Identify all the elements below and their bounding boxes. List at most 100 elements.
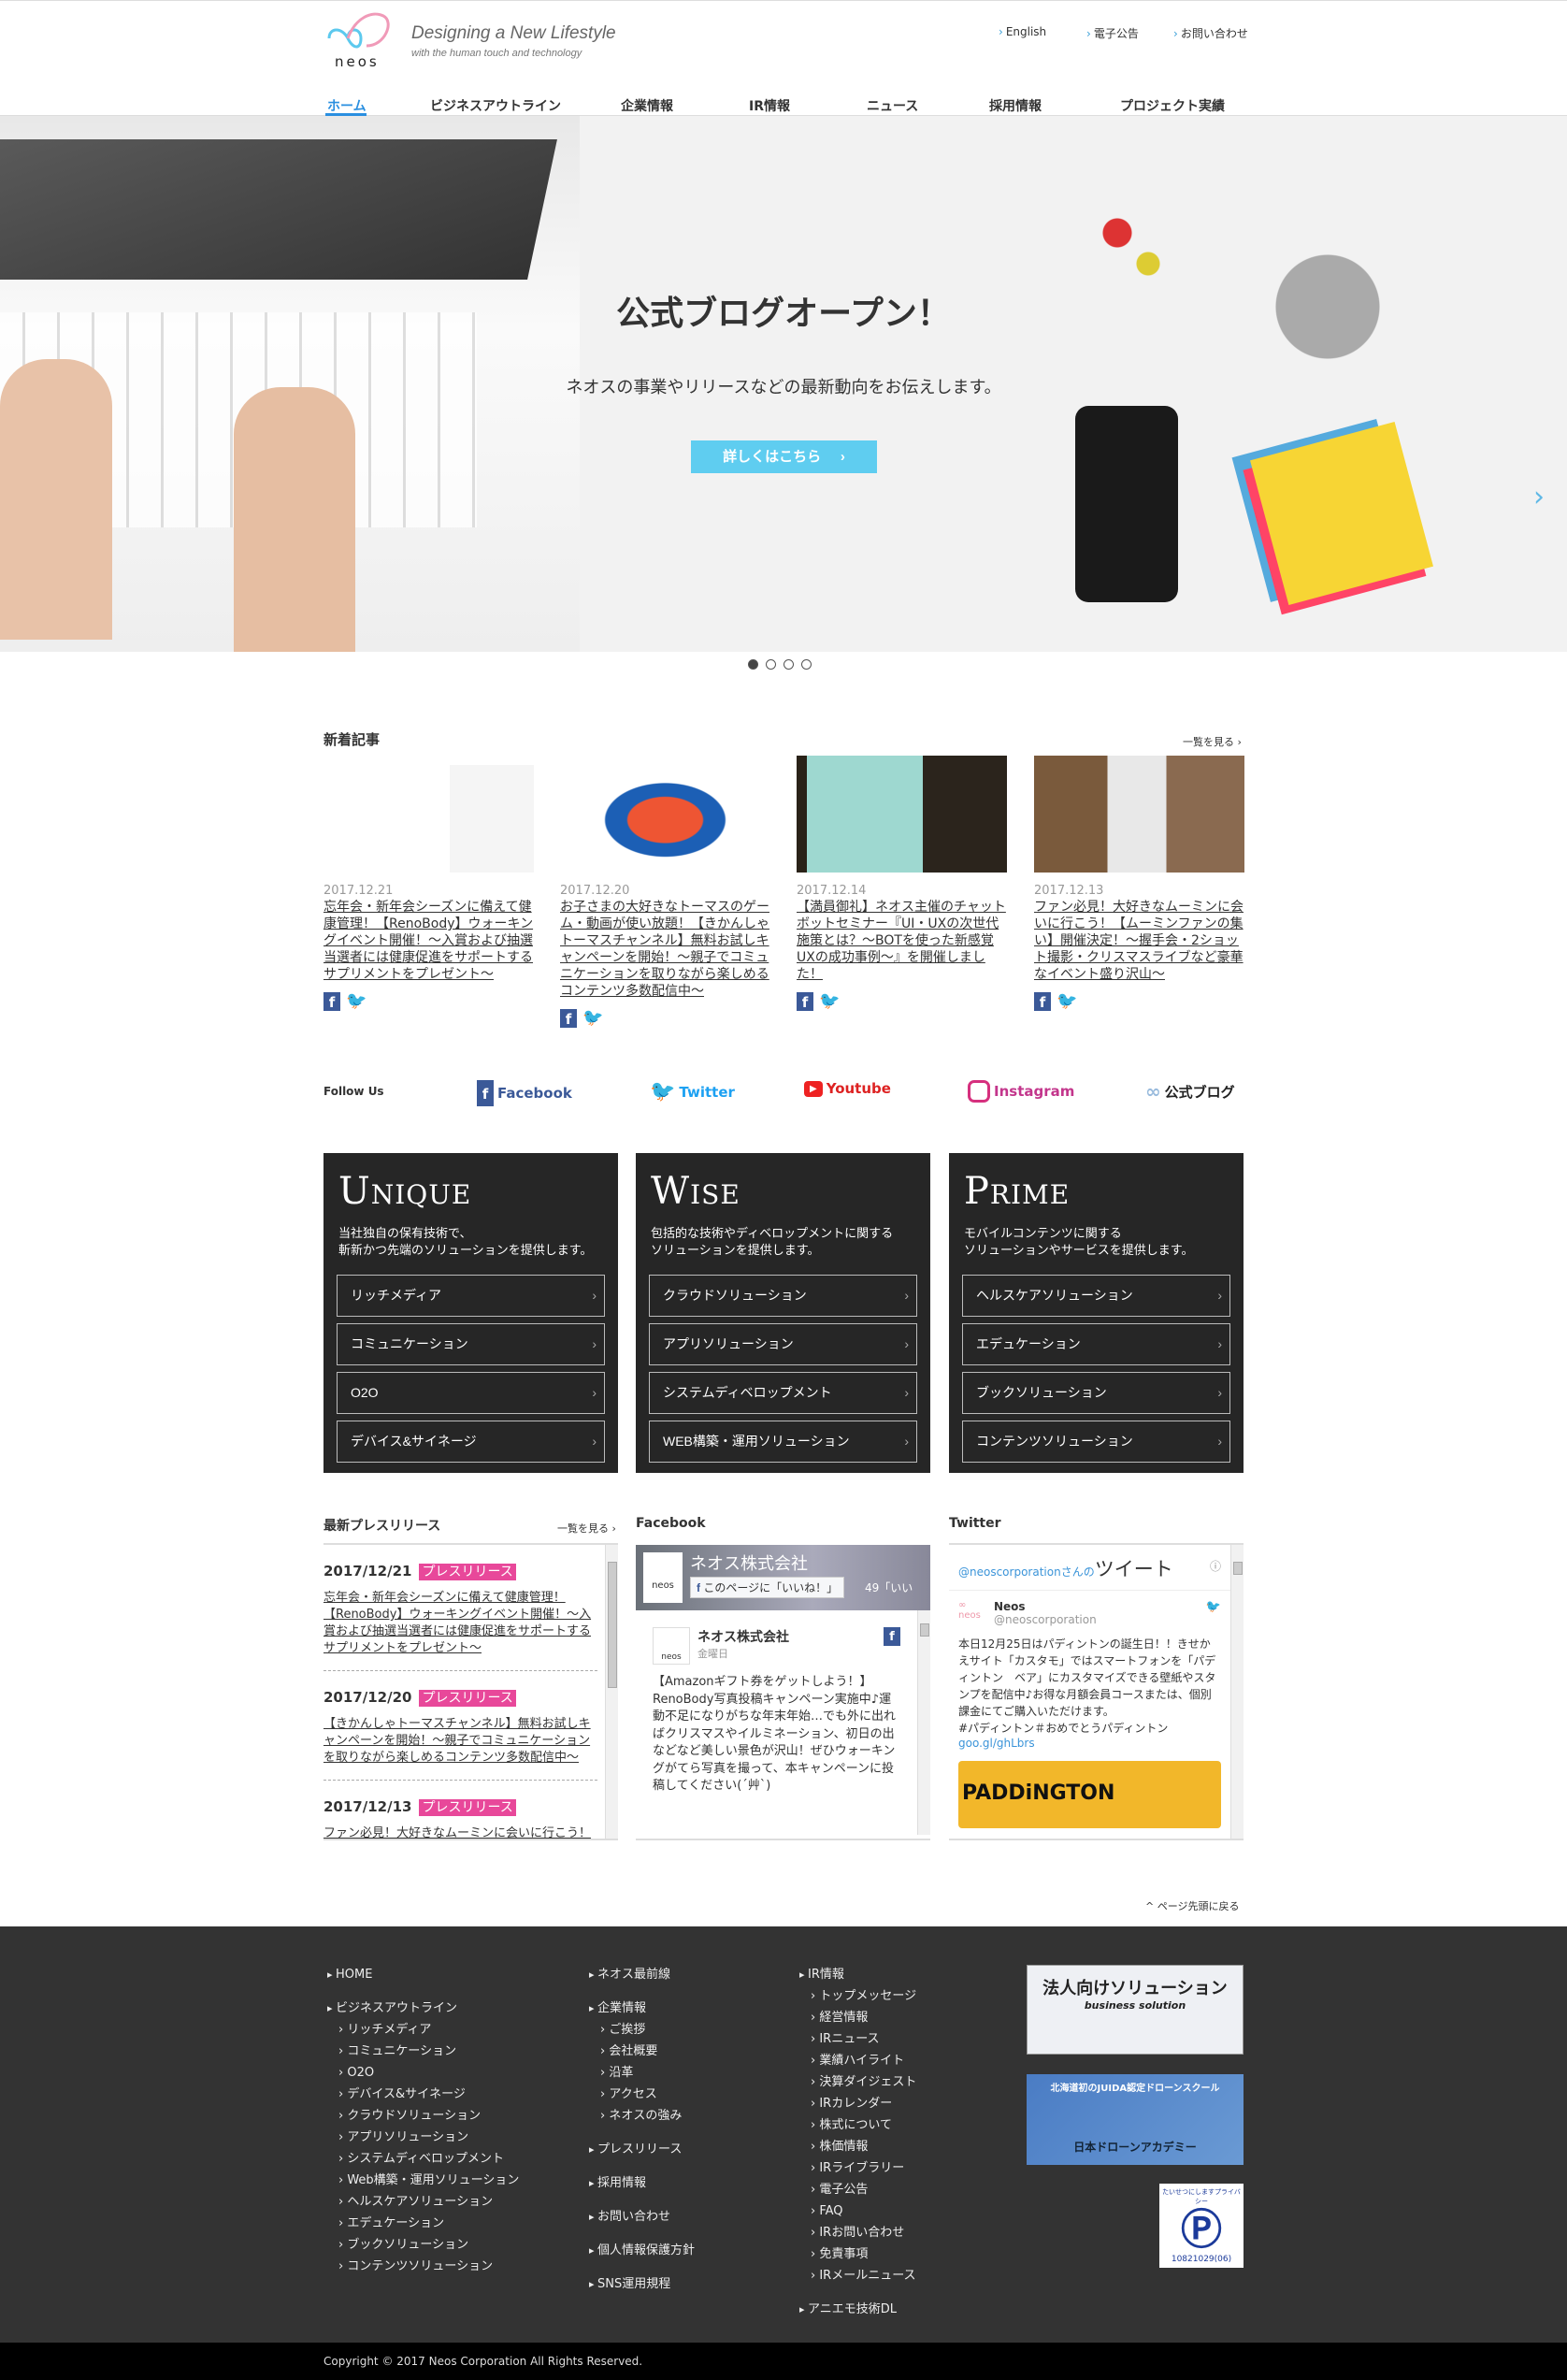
english-link[interactable]: › English (999, 25, 1046, 38)
news-thumbnail[interactable] (560, 756, 770, 873)
carousel-dot[interactable] (784, 659, 794, 670)
press-item[interactable]: 2017/12/13 プレスリリース ファン必見！大好きなムーミンに会いに行こう！ (323, 1781, 597, 1839)
footer-link[interactable]: プレスリリース (589, 2139, 695, 2160)
panel-link[interactable]: WEB構築・運用ソリューション › (649, 1421, 917, 1463)
nav-projects[interactable]: プロジェクト実績 (1120, 96, 1225, 115)
footer-link[interactable]: 個人情報保護方針 (589, 2240, 695, 2261)
post-author[interactable]: ネオス株式会社 (697, 1627, 876, 1646)
news-link[interactable]: お子さまの大好きなトーマスのゲーム・動画が使い放題！【きかんしゃトーマスチャンネ… (560, 899, 770, 1000)
panel-link[interactable]: コンテンツソリューション › (962, 1421, 1230, 1463)
footer-link[interactable]: SNS運用規程 (589, 2273, 695, 2295)
press-link[interactable]: 忘年会・新年会シーズンに備えて健康管理！【RenoBody】ウォーキングイベント… (323, 1590, 597, 1657)
news-card[interactable]: 2017.12.13 ファン必見！大好きなムーミンに会いに行こう！【ムーミンファ… (1034, 756, 1244, 1011)
tweet-image[interactable]: PADDiNGTON (958, 1761, 1221, 1828)
footer-link[interactable]: HOME (327, 1964, 519, 1985)
carousel-next-icon[interactable]: › (1533, 481, 1545, 513)
business-solution-banner[interactable]: 法人向けソリューション business solution (1027, 1965, 1244, 2055)
press-list[interactable]: 2017/12/21 プレスリリース 忘年会・新年会シーズンに備えて健康管理！【Re… (323, 1543, 618, 1840)
nav-home[interactable]: ホーム (327, 96, 367, 115)
footer-link[interactable]: 業績ハイライト (799, 2050, 916, 2071)
twitter-share-icon[interactable]: 🐦 (819, 992, 840, 1011)
footer-link[interactable]: 沿革 (589, 2062, 695, 2084)
privacy-mark[interactable]: たいせつにしますプライバシー Ⓟ 10821029(06) (1159, 2184, 1244, 2268)
footer-link[interactable]: 決算ダイジェスト (799, 2071, 916, 2093)
footer-link[interactable]: IR情報 (799, 1964, 916, 1985)
panel-link[interactable]: エデュケーション › (962, 1323, 1230, 1365)
fb-like-button[interactable]: f このページに「いいね！」 (690, 1577, 845, 1598)
footer-link[interactable]: 企業情報 (589, 1998, 695, 2019)
youtube-link[interactable]: ▶ Youtube (804, 1080, 891, 1097)
news-card[interactable]: 2017.12.14 【満員御礼】ネオス主催のチャットボットセミナー『UI・UX… (797, 756, 1007, 1011)
footer-link[interactable]: O2O (327, 2062, 519, 2084)
news-thumbnail[interactable] (1034, 756, 1244, 873)
fb-page-name[interactable]: ネオス株式会社 (690, 1551, 808, 1575)
official-blog-link[interactable]: ∞ 公式ブログ (1145, 1080, 1235, 1103)
drone-academy-banner[interactable]: 北海道初のJUIDA認定ドローンスクール 日本ドローンアカデミー (1027, 2074, 1244, 2165)
facebook-widget[interactable]: neos ネオス株式会社 f このページに「いいね！」 49「いい neos ネ… (636, 1543, 930, 1840)
e-notice-link[interactable]: › 電子公告 (1086, 25, 1139, 41)
news-thumbnail[interactable] (323, 756, 534, 873)
hero-details-button[interactable]: 詳しくはこちら › (691, 440, 877, 473)
page-top-link[interactable]: ^ ページ先頭に戻る (1145, 1898, 1240, 1913)
carousel-dot[interactable] (766, 659, 776, 670)
facebook-share-icon[interactable]: f (797, 992, 813, 1011)
footer-link[interactable]: 電子公告 (799, 2179, 916, 2200)
footer-link[interactable]: IRメールニュース (799, 2265, 916, 2286)
twitter-handle-link[interactable]: @neoscorporation (958, 1565, 1061, 1579)
panel-link[interactable]: リッチメディア › (337, 1275, 605, 1317)
footer-link[interactable]: クラウドソリューション (327, 2105, 519, 2127)
footer-link[interactable]: 株価情報 (799, 2136, 916, 2157)
footer-link[interactable]: エデュケーション (327, 2213, 519, 2234)
tweet-author[interactable]: Neos (994, 1600, 1097, 1613)
panel-link[interactable]: ヘルスケアソリューション › (962, 1275, 1230, 1317)
footer-link[interactable]: 採用情報 (589, 2172, 695, 2194)
footer-link[interactable]: ご挨拶 (589, 2019, 695, 2041)
footer-link[interactable]: アニエモ技術DL (799, 2299, 916, 2320)
tweet-link[interactable]: goo.gl/ghLbrs (958, 1737, 1221, 1750)
footer-link[interactable]: IRお問い合わせ (799, 2222, 916, 2243)
twitter-share-icon[interactable]: 🐦 (582, 1009, 603, 1028)
footer-link[interactable]: リッチメディア (327, 2019, 519, 2041)
nav-business-outline[interactable]: ビジネスアウトライン (430, 96, 561, 115)
panel-link[interactable]: O2O › (337, 1372, 605, 1414)
facebook-share-icon[interactable]: f (323, 992, 340, 1011)
twitter-widget[interactable]: @neoscorporationさんのツイート ⓘ ∞ neos Neos @neosc… (949, 1543, 1244, 1840)
panel-link[interactable]: システムディベロップメント › (649, 1372, 917, 1414)
news-link[interactable]: ファン必見！大好きなムーミンに会いに行こう！【ムーミンファンの集い】開催決定！～… (1034, 899, 1244, 983)
tweet-hashtags[interactable]: #パディントン＃おめでとうパディントン (958, 1720, 1221, 1737)
press-more-link[interactable]: 一覧を見る › (557, 1521, 616, 1536)
news-more-link[interactable]: 一覧を見る › (1183, 734, 1242, 749)
panel-link[interactable]: クラウドソリューション › (649, 1275, 917, 1317)
nav-ir[interactable]: IR情報 (749, 96, 790, 115)
instagram-link[interactable]: Instagram (968, 1080, 1074, 1103)
news-link[interactable]: 忘年会・新年会シーズンに備えて健康管理！【RenoBody】ウォーキングイベント… (323, 899, 534, 983)
carousel-dot[interactable] (748, 659, 758, 670)
twitter-scrollbar[interactable] (1230, 1545, 1244, 1839)
nav-recruit[interactable]: 採用情報 (989, 96, 1042, 115)
press-link[interactable]: ファン必見！大好きなムーミンに会いに行こう！ (323, 1825, 597, 1839)
panel-link[interactable]: デバイス&サイネージ › (337, 1421, 605, 1463)
neos-logo[interactable]: neos (323, 10, 398, 70)
news-card[interactable]: 2017.12.21 忘年会・新年会シーズンに備えて健康管理！【RenoBody… (323, 756, 534, 1011)
press-scrollbar[interactable] (605, 1545, 618, 1839)
news-link[interactable]: 【満員御礼】ネオス主催のチャットボットセミナー『UI・UXの次世代施策とは？～B… (797, 899, 1007, 983)
footer-link[interactable]: アクセス (589, 2084, 695, 2105)
footer-link[interactable]: IRカレンダー (799, 2093, 916, 2114)
contact-link[interactable]: › お問い合わせ (1173, 25, 1248, 41)
facebook-share-icon[interactable]: f (1034, 992, 1051, 1011)
footer-link[interactable]: ビジネスアウトライン (327, 1998, 519, 2019)
nav-company[interactable]: 企業情報 (621, 96, 673, 115)
footer-link[interactable]: 会社概要 (589, 2041, 695, 2062)
press-link[interactable]: 【きかんしゃトーマスチャンネル】無料お試しキャンペーンを開始！～親子でコミュニケ… (323, 1716, 597, 1767)
footer-link[interactable]: 経営情報 (799, 2007, 916, 2028)
news-card[interactable]: 2017.12.20 お子さまの大好きなトーマスのゲーム・動画が使い放題！【きか… (560, 756, 770, 1028)
facebook-link[interactable]: f Facebook (477, 1080, 572, 1106)
twitter-share-icon[interactable]: 🐦 (346, 992, 367, 1011)
twitter-share-icon[interactable]: 🐦 (1057, 992, 1077, 1011)
news-thumbnail[interactable] (797, 756, 1007, 873)
footer-link[interactable]: ブックソリューション (327, 2234, 519, 2256)
footer-link[interactable]: コミュニケーション (327, 2041, 519, 2062)
footer-link[interactable]: Web構築・運用ソリューション (327, 2170, 519, 2191)
info-icon[interactable]: ⓘ (1210, 1558, 1221, 1574)
footer-link[interactable]: アプリソリューション (327, 2127, 519, 2148)
